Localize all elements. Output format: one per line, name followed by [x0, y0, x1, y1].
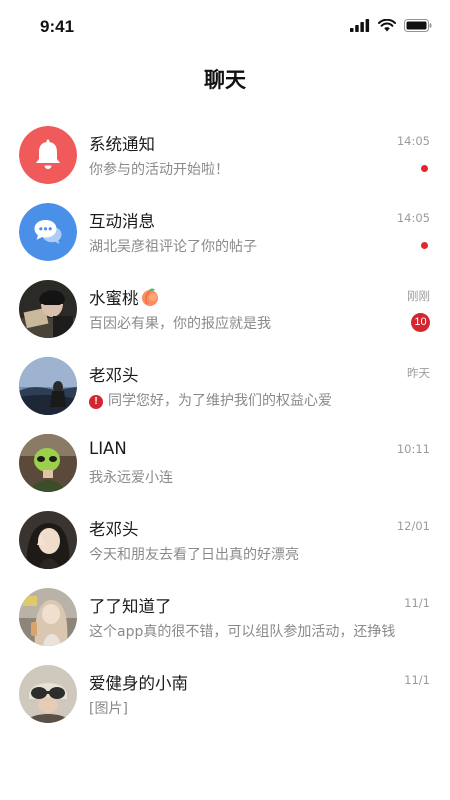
chat-time: 11/1	[404, 673, 430, 687]
chat-time: 14:05	[396, 211, 430, 225]
chat-preview: ! 同学您好，为了维护我们的权益心爱	[89, 390, 332, 410]
user-photo	[19, 434, 77, 492]
chat-time: 14:05	[396, 134, 430, 148]
battery-icon	[404, 19, 432, 32]
chat-name: 水蜜桃	[89, 285, 160, 311]
peach-icon	[140, 287, 160, 311]
chat-name-text: 水蜜桃	[89, 289, 139, 308]
status-bar: 9:41	[0, 0, 450, 56]
chat-time: 刚刚	[407, 289, 430, 303]
chat-preview: 百因必有果，你的报应就是我	[89, 316, 271, 332]
chat-item-lian[interactable]: LIAN 我永远爱小连 10:11	[0, 425, 450, 502]
user-photo	[19, 357, 77, 415]
chat-time: 11/1	[404, 596, 430, 610]
chat-bubble-icon	[19, 203, 77, 261]
chat-item-system-notice[interactable]: 系统通知 你参与的活动开始啦！ 14:05	[0, 117, 450, 194]
chat-preview: 湖北吴彦祖评论了你的帖子	[89, 239, 257, 255]
avatar	[19, 511, 77, 569]
chat-name: 老邓头	[89, 520, 139, 539]
unread-count-badge: 10	[411, 313, 430, 332]
chat-name: 互动消息	[89, 212, 155, 231]
chat-name: 老邓头	[89, 366, 139, 385]
wifi-icon	[378, 19, 396, 32]
chat-name: 了了知道了	[89, 597, 172, 616]
chat-time: 12/01	[396, 519, 430, 533]
chat-list: 系统通知 你参与的活动开始啦！ 14:05 互动消息 湖北吴彦祖评论了你的帖子 …	[0, 117, 450, 733]
avatar	[19, 126, 77, 184]
chat-item-laodengtou-2[interactable]: 老邓头 今天和朋友去看了日出真的好漂亮 12/01	[0, 502, 450, 579]
chat-item-laodengtou[interactable]: 老邓头 ! 同学您好，为了维护我们的权益心爱 昨天	[0, 348, 450, 425]
chat-name: 系统通知	[89, 135, 155, 154]
avatar	[19, 588, 77, 646]
unread-dot	[421, 242, 428, 249]
status-time: 9:41	[40, 17, 75, 36]
chat-preview: 你参与的活动开始啦！	[89, 162, 229, 178]
chat-preview-text: 同学您好，为了维护我们的权益心爱	[108, 393, 332, 409]
chat-name: 爱健身的小南	[89, 674, 188, 693]
cellular-signal-icon	[350, 19, 370, 32]
bell-icon	[19, 126, 77, 184]
warning-icon: !	[89, 395, 103, 409]
unread-dot	[421, 165, 428, 172]
chat-item-peach[interactable]: 水蜜桃 百因必有果，你的报应就是我 刚刚 10	[0, 271, 450, 348]
chat-preview: 今天和朋友去看了日出真的好漂亮	[89, 547, 299, 563]
chat-time: 10:11	[396, 442, 430, 456]
chat-preview: 我永远爱小连	[89, 470, 173, 486]
chat-item-interaction-messages[interactable]: 互动消息 湖北吴彦祖评论了你的帖子 14:05	[0, 194, 450, 271]
status-icons	[350, 19, 432, 32]
chat-item-lelezhidaole[interactable]: 了了知道了 这个app真的很不错，可以组队参加活动，还挣钱 11/1	[0, 579, 450, 656]
user-photo	[19, 588, 77, 646]
chat-preview: [图片]	[89, 701, 128, 717]
chat-preview: 这个app真的很不错，可以组队参加活动，还挣钱	[89, 624, 396, 640]
chat-time: 昨天	[407, 366, 430, 380]
user-photo	[19, 665, 77, 723]
avatar	[19, 665, 77, 723]
user-photo	[19, 280, 77, 338]
avatar	[19, 280, 77, 338]
avatar	[19, 203, 77, 261]
avatar	[19, 434, 77, 492]
avatar	[19, 357, 77, 415]
chat-name: LIAN	[89, 439, 127, 458]
page-title: 聊天	[204, 68, 246, 92]
chat-item-fitness-xiaonan[interactable]: 爱健身的小南 [图片] 11/1	[0, 656, 450, 733]
user-photo	[19, 511, 77, 569]
